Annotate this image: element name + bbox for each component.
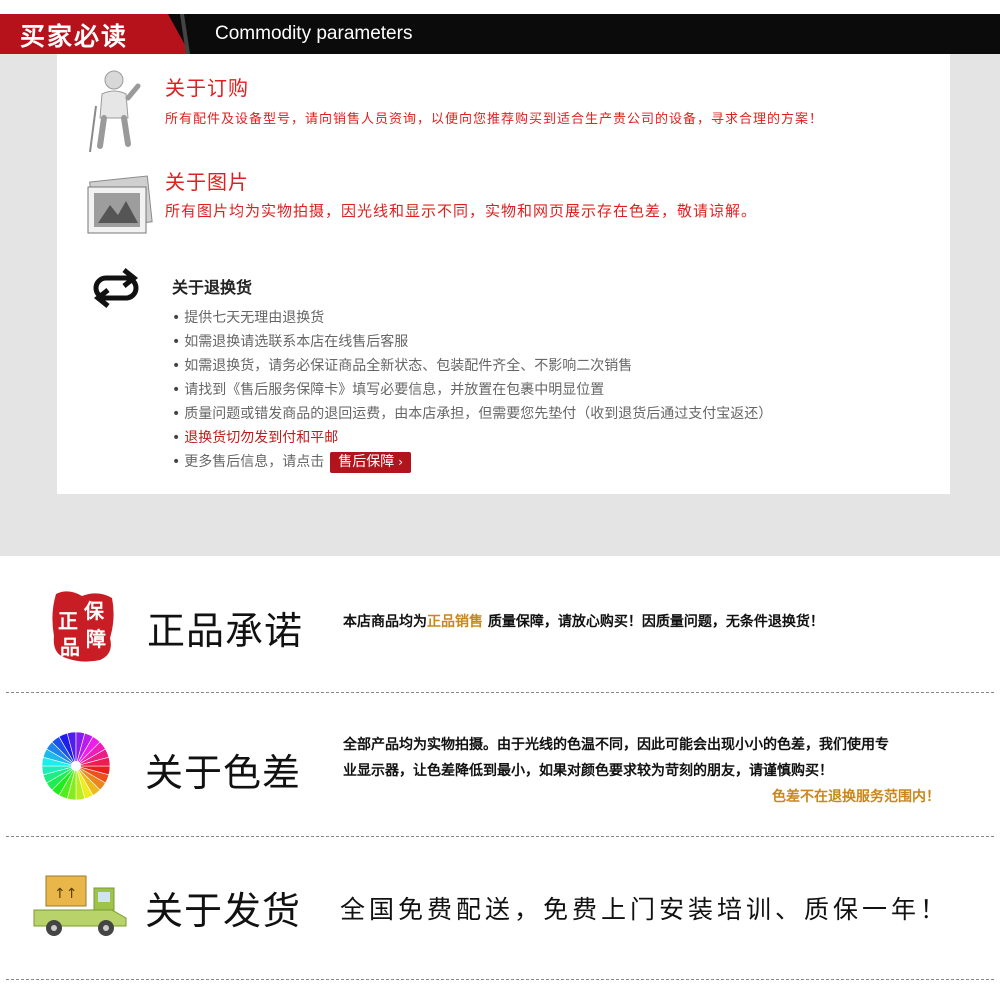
- color-text-line2: 业显示器，让色差降低到最小，如果对颜色要求较为苛刻的朋友，请谨慎购买！: [343, 763, 833, 779]
- photo-icon: [87, 175, 153, 234]
- list-item-more: • 更多售后信息，请点击 售后保障 ›: [172, 450, 772, 474]
- delivery-truck-icon: ↑↑: [33, 875, 127, 936]
- color-text-line1: 全部产品均为实物拍摄。由于光线的色温不同，因此可能会出现小小的色差，我们使用专: [343, 737, 889, 753]
- list-item: • 提供七天无理由退换货: [172, 310, 325, 326]
- color-note: 色差不在退换服务范围内！: [772, 789, 940, 805]
- shipping-title: 关于发货: [145, 889, 302, 933]
- svg-text:保: 保: [83, 599, 105, 623]
- color-wheel-icon: [41, 731, 111, 801]
- header-title-cn: 买家必读: [20, 22, 129, 51]
- color-title: 关于色差: [145, 751, 302, 795]
- svg-text:↑↑: ↑↑: [54, 886, 77, 902]
- list-item: • 如需退换请选联系本店在线售后客服: [172, 334, 409, 350]
- header-bar: 买家必读 Commodity parameters: [0, 14, 1000, 54]
- after-sales-button[interactable]: 售后保障 ›: [330, 451, 412, 473]
- return-arrows-icon: [93, 268, 139, 308]
- genuine-title: 正品承诺: [147, 609, 304, 653]
- genuine-seal-icon: 正 保 品 障: [52, 591, 114, 662]
- pictures-text: 所有图片均为实物拍摄，因光线和显示不同，实物和网页展示存在色差，敬请谅解。: [165, 202, 758, 220]
- shipping-text: 全国免费配送，免费上门安装培训、质保一年！: [340, 895, 950, 924]
- chevron-right-icon: ›: [398, 454, 404, 469]
- ordering-title: 关于订购: [165, 76, 249, 100]
- ordering-text: 所有配件及设备型号，请向销售人员资询，以便向您推荐购买到适合生产贵公司的设备，寻…: [165, 112, 824, 127]
- pictures-title: 关于图片: [165, 170, 249, 194]
- section-divider: [6, 836, 994, 837]
- list-item: • 请找到《售后服务保障卡》填写必要信息，并放置在包裹中明显位置: [172, 382, 605, 398]
- section-divider: [6, 979, 994, 980]
- list-item-warning: • 退换货切勿发到付和平邮: [172, 430, 339, 446]
- genuine-text: 本店商品均为正品销售 质量保障，请放心购买！因质量问题，无条件退换货！: [343, 614, 824, 630]
- returns-title: 关于退换货: [172, 278, 253, 297]
- list-item: • 如需退换货，请务必保证商品全新状态、包装配件齐全、不影响二次销售: [172, 358, 633, 374]
- section-divider: [6, 692, 994, 693]
- list-item: • 质量问题或错发商品的退回运费，由本店承担，但需要您先垫付（收到退货后通过支付宝…: [172, 406, 773, 422]
- header-title-en: Commodity parameters: [215, 23, 413, 44]
- figure-icon: [89, 70, 141, 153]
- svg-text:障: 障: [86, 627, 106, 651]
- svg-text:品: 品: [60, 635, 80, 659]
- svg-text:正: 正: [58, 609, 78, 633]
- returns-list: • 提供七天无理由退换货 • 如需退换请选联系本店在线售后客服 • 如需退换货，请务必…: [172, 306, 772, 474]
